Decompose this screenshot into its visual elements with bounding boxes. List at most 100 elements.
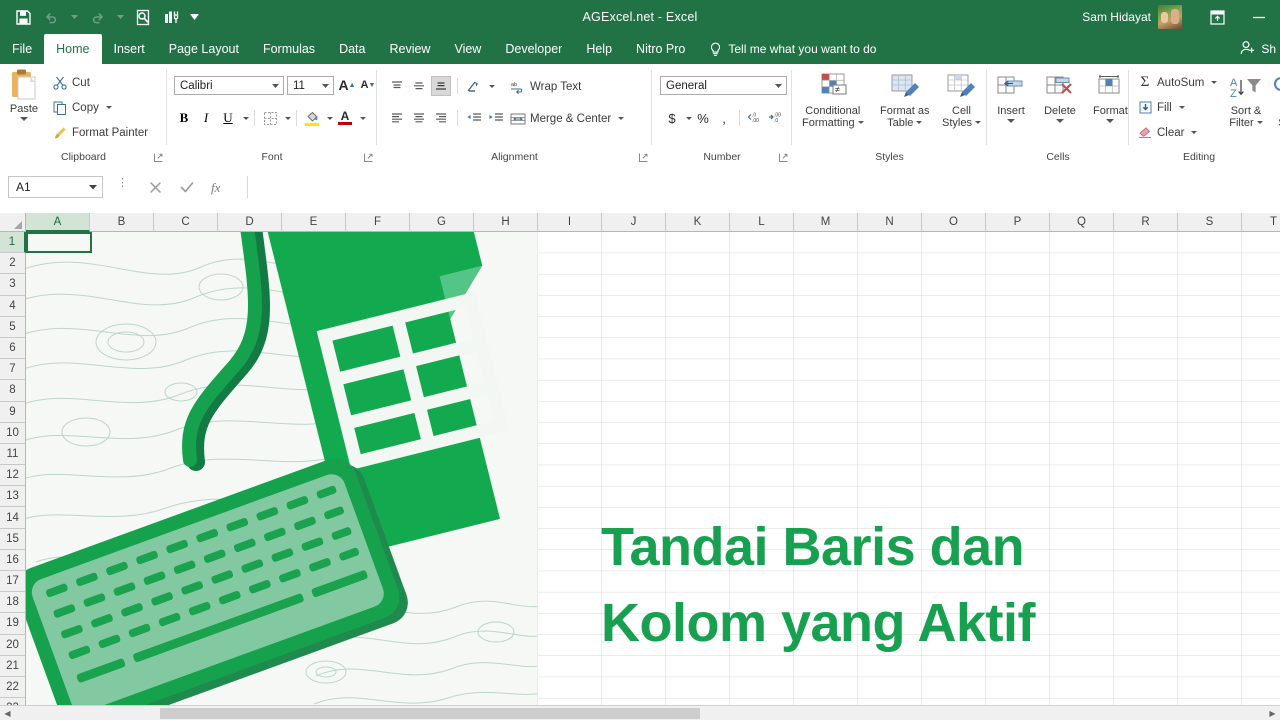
tab-help[interactable]: Help [574,34,624,64]
nitro-tools-icon[interactable] [158,4,184,30]
delete-dropdown-icon[interactable] [1056,118,1064,123]
fill-button[interactable]: Fill [1137,97,1217,118]
underline-dropdown-icon[interactable] [243,116,249,120]
row-header-1[interactable]: 1 [0,232,26,254]
conditional-formatting-button[interactable]: ≠ Conditional Formatting [802,70,864,129]
row-header-22[interactable]: 22 [0,676,26,699]
format-cells-button[interactable]: Format [1093,70,1128,123]
row-header-8[interactable]: 8 [0,380,26,402]
row-header-18[interactable]: 18 [0,592,26,614]
active-cell-a1[interactable] [26,232,92,253]
format-as-table-button[interactable]: Format as Table [880,70,930,129]
avatar[interactable] [1158,5,1182,29]
column-header-S[interactable]: S [1178,213,1242,232]
tab-home[interactable]: Home [44,34,102,64]
borders-dropdown-icon[interactable] [285,116,291,120]
column-header-O[interactable]: O [922,213,986,232]
redo-dropdown-icon[interactable] [112,4,128,30]
align-bottom-button[interactable] [431,76,451,96]
align-top-button[interactable] [387,76,407,96]
alignment-dialog-launcher[interactable] [638,152,649,163]
column-header-F[interactable]: F [346,213,410,232]
column-header-T[interactable]: T [1242,213,1280,232]
decrease-font-size-button[interactable]: A ▼ [358,75,378,95]
column-header-L[interactable]: L [730,213,794,232]
wrap-text-button[interactable]: ab Wrap Text [510,76,581,97]
percent-style-button[interactable]: % [693,108,713,128]
row-header-11[interactable]: 11 [0,443,26,466]
chevron-down-icon[interactable] [269,83,281,88]
row-header-6[interactable]: 6 [0,337,26,360]
row-header-14[interactable]: 14 [0,507,26,529]
column-header-C[interactable]: C [154,213,218,232]
find-select-button[interactable]: F Se [1272,70,1280,129]
column-header-E[interactable]: E [282,213,346,232]
align-left-button[interactable] [387,108,407,128]
row-header-21[interactable]: 21 [0,655,26,677]
row-header-15[interactable]: 15 [0,528,26,550]
redo-icon[interactable] [84,4,110,30]
column-header-P[interactable]: P [986,213,1050,232]
decrease-indent-button[interactable] [464,108,484,128]
row-header-7[interactable]: 7 [0,359,26,381]
copy-button[interactable]: Copy [52,97,148,118]
row-header-17[interactable]: 17 [0,571,26,593]
account-name[interactable]: Sam Hidayat [1082,10,1151,24]
horizontal-scroll-thumb[interactable] [160,708,700,719]
column-header-N[interactable]: N [858,213,922,232]
name-box-dropdown-icon[interactable] [86,184,100,190]
accounting-format-button[interactable]: $ [662,108,682,128]
column-header-M[interactable]: M [794,213,858,232]
column-header-R[interactable]: R [1114,213,1178,232]
row-header-19[interactable]: 19 [0,613,26,635]
conditional-formatting-label-2[interactable]: Formatting [802,117,864,130]
tab-page-layout[interactable]: Page Layout [157,34,251,64]
copy-dropdown-icon[interactable] [105,106,112,109]
row-header-10[interactable]: 10 [0,422,26,444]
paste-dropdown-icon[interactable] [20,116,28,121]
font-dialog-launcher[interactable] [363,152,374,163]
tab-data[interactable]: Data [327,34,377,64]
insert-function-icon[interactable]: fx [202,176,233,198]
row-header-9[interactable]: 9 [0,401,26,423]
chevron-down-icon[interactable] [319,83,331,88]
bold-button[interactable]: B [174,108,194,128]
cut-button[interactable]: Cut [52,72,148,93]
autosum-dropdown-icon[interactable] [1211,81,1218,84]
cancel-icon[interactable] [140,176,171,198]
orientation-dropdown-icon[interactable] [489,84,495,88]
merge-center-dropdown-icon[interactable] [618,117,625,120]
tab-insert[interactable]: Insert [102,34,157,64]
increase-font-size-button[interactable]: A ▲ [337,75,357,95]
column-header-D[interactable]: D [218,213,282,232]
fill-color-dropdown-icon[interactable] [327,116,333,120]
font-color-dropdown-icon[interactable] [360,116,366,120]
fill-dropdown-icon[interactable] [1178,106,1185,109]
tab-developer[interactable]: Developer [493,34,574,64]
row-header-20[interactable]: 20 [0,634,26,656]
delete-cells-button[interactable]: Delete [1044,70,1076,123]
format-painter-button[interactable]: Format Painter [52,122,148,143]
paste-button[interactable]: Paste [8,68,40,121]
sort-filter-label-2[interactable]: Filter [1229,117,1263,130]
underline-button[interactable]: U [218,108,238,128]
print-preview-icon[interactable] [130,4,156,30]
minimize-icon[interactable] [1238,0,1280,34]
clipboard-dialog-launcher[interactable] [153,152,164,163]
format-dropdown-icon[interactable] [1106,118,1115,123]
column-header-B[interactable]: B [90,213,154,232]
number-dialog-launcher[interactable] [778,152,789,163]
font-color-button[interactable]: A [335,108,355,128]
align-middle-button[interactable] [409,76,429,96]
decrease-decimal-button[interactable]: .00.0 [766,108,786,128]
font-name-combo[interactable]: Calibri [174,76,284,95]
tab-nitro-pro[interactable]: Nitro Pro [624,34,697,64]
enter-icon[interactable] [171,176,202,198]
tell-me-search[interactable]: Tell me what you want to do [697,34,888,64]
tab-file[interactable]: File [0,34,44,64]
comma-style-button[interactable]: , [714,108,734,128]
horizontal-scrollbar[interactable]: ◀ ▶ [0,705,1280,720]
grid-cells[interactable]: Tandai Baris dan Kolom yang Aktif X [26,232,1280,720]
column-header-J[interactable]: J [602,213,666,232]
formula-input[interactable] [247,176,1272,198]
